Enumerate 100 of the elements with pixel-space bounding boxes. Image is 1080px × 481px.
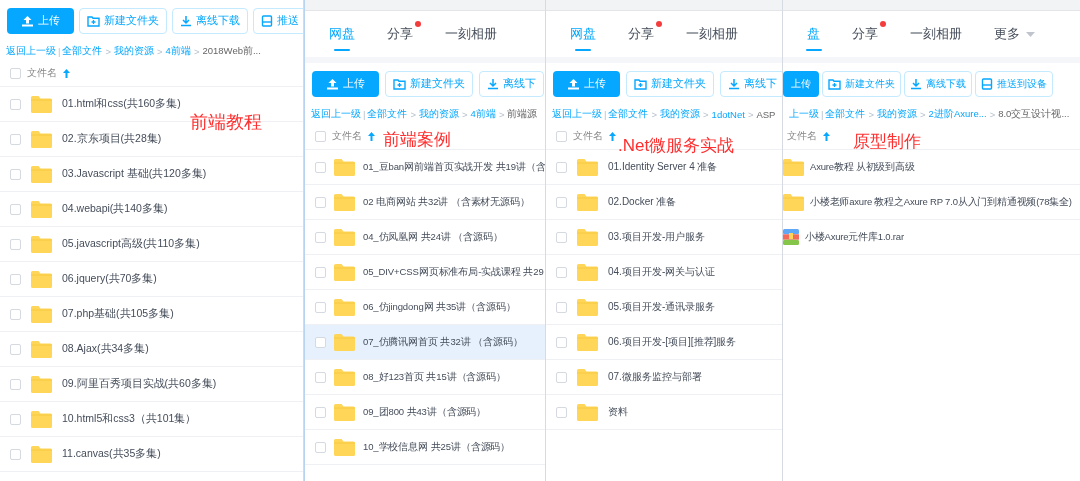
row-checkbox[interactable] [10, 448, 21, 460]
row-checkbox[interactable] [315, 371, 326, 383]
file-name: 06.项目开发-[项目][推荐]服务 [608, 335, 737, 349]
file-row[interactable]: Axure教程 从初级到高级 [783, 150, 1080, 185]
file-name: 资料 [608, 405, 628, 419]
file-row[interactable]: 03.项目开发-用户服务 [546, 220, 782, 255]
breadcrumb-separator: > [156, 46, 164, 57]
row-checkbox[interactable] [556, 196, 567, 208]
sort-arrow-icon[interactable] [823, 131, 830, 141]
file-name: 05_DIV+CSS网页标准布局-实战课程 共29 [363, 265, 544, 279]
folder-icon [31, 375, 52, 393]
folder-icon [31, 340, 52, 358]
file-row[interactable]: 06.jquery(共70多集) [0, 262, 303, 297]
row-checkbox[interactable] [315, 406, 326, 418]
row-checkbox[interactable] [315, 336, 326, 348]
file-row[interactable]: 10.html5和css3（共101集） [0, 402, 303, 437]
row-checkbox[interactable] [556, 301, 567, 313]
row-checkbox[interactable] [10, 273, 21, 285]
row-checkbox[interactable] [10, 133, 21, 145]
file-name: 03.项目开发-用户服务 [608, 230, 706, 244]
sort-arrow-icon[interactable] [609, 131, 616, 141]
file-row[interactable]: 01_豆ban网前端首页实战开发 共19讲（含 [305, 150, 545, 185]
file-row[interactable]: 04.项目开发-网关与认证 [546, 255, 782, 290]
select-all-checkbox[interactable] [315, 130, 326, 142]
file-name: Axure教程 从初级到高级 [810, 160, 915, 174]
more-menu[interactable]: 更多 [978, 11, 1051, 57]
file-row[interactable]: 09_团800 共43讲（含源码） [305, 395, 545, 430]
select-all-checkbox[interactable] [10, 67, 21, 79]
download-icon [180, 15, 192, 27]
breadcrumb-separator: > [988, 109, 997, 120]
file-row[interactable]: 04_仿凤凰网 共24讲 （含源码） [305, 220, 545, 255]
file-row[interactable]: 03.Javascript 基础(共120多集) [0, 157, 303, 192]
column-header[interactable]: 文件名 [332, 129, 362, 143]
folder-plus-icon [634, 78, 647, 90]
row-checkbox[interactable] [10, 98, 21, 110]
folder-icon [577, 368, 598, 386]
file-row[interactable]: 小楼老师axure 教程之Axure RP 7.0从入门到精通视频(78集全) [783, 185, 1080, 220]
column-header[interactable]: 文件名 [27, 66, 57, 80]
file-row[interactable]: 07.php基础(共105多集) [0, 297, 303, 332]
row-checkbox[interactable] [10, 343, 21, 355]
file-row[interactable]: 10_学校信息网 共25讲（含源码） [305, 430, 545, 465]
row-checkbox[interactable] [556, 266, 567, 278]
file-row[interactable]: 07_仿腾讯网首页 共32讲 （含源码） [305, 325, 545, 360]
file-row[interactable]: 05.项目开发-通讯录服务 [546, 290, 782, 325]
nav-tab[interactable]: 一刻相册 [429, 11, 513, 57]
row-checkbox[interactable] [556, 336, 567, 348]
row-checkbox[interactable] [10, 238, 21, 250]
sort-arrow-icon[interactable] [63, 68, 70, 78]
folder-icon [334, 438, 355, 456]
row-checkbox[interactable] [10, 378, 21, 390]
file-row[interactable]: 资料 [546, 395, 782, 430]
breadcrumb-separator: > [867, 109, 876, 120]
file-row[interactable]: 07.微服务监控与部署 [546, 360, 782, 395]
file-name: 01.html和css(共160多集) [62, 97, 181, 111]
nav-tab[interactable]: 一刻相册 [670, 11, 754, 57]
select-all-checkbox[interactable] [556, 130, 567, 142]
column-header[interactable]: 文件名 [787, 129, 817, 143]
nav-tab[interactable]: 分享 [612, 11, 670, 57]
file-row[interactable]: 11.canvas(共35多集) [0, 437, 303, 472]
folder-icon [577, 298, 598, 316]
file-name: 02.Docker 准备 [608, 195, 677, 209]
row-checkbox[interactable] [10, 203, 21, 215]
column-header[interactable]: 文件名 [573, 129, 603, 143]
nav-tab[interactable]: 分享 [836, 11, 894, 57]
file-row[interactable]: 04.webapi(共140多集) [0, 192, 303, 227]
file-row[interactable]: 08.Ajax(共34多集) [0, 332, 303, 367]
row-checkbox[interactable] [315, 196, 326, 208]
row-checkbox[interactable] [315, 266, 326, 278]
nav-tab[interactable]: 分享 [371, 11, 429, 57]
file-row[interactable]: 小楼Axure元件库1.0.rar [783, 220, 1080, 255]
row-checkbox[interactable] [556, 371, 567, 383]
file-row[interactable]: 08_好123首页 共15讲（含源码） [305, 360, 545, 395]
file-name: 07.微服务监控与部署 [608, 370, 702, 384]
file-row[interactable]: 02 电商网站 共32讲 （含素材无源码） [305, 185, 545, 220]
sort-arrow-icon[interactable] [368, 131, 375, 141]
folder-icon [334, 158, 355, 176]
folder-icon [31, 200, 52, 218]
upload-icon [567, 78, 580, 90]
file-row[interactable]: 09.阿里百秀项目实战(共60多集) [0, 367, 303, 402]
row-checkbox[interactable] [315, 161, 326, 173]
file-row[interactable]: 05.javascript高级(共110多集) [0, 227, 303, 262]
row-checkbox[interactable] [10, 168, 21, 180]
folder-icon [577, 263, 598, 281]
folder-icon [577, 158, 598, 176]
folder-icon [783, 158, 804, 176]
row-checkbox[interactable] [10, 413, 21, 425]
row-checkbox[interactable] [10, 308, 21, 320]
file-name: 小楼Axure元件库1.0.rar [805, 230, 904, 244]
folder-icon [334, 228, 355, 246]
file-row[interactable]: 02.Docker 准备 [546, 185, 782, 220]
row-checkbox[interactable] [556, 406, 567, 418]
file-row[interactable]: 06.项目开发-[项目][推荐]服务 [546, 325, 782, 360]
row-checkbox[interactable] [315, 441, 326, 453]
row-checkbox[interactable] [315, 231, 326, 243]
row-checkbox[interactable] [556, 161, 567, 173]
nav-tab[interactable]: 一刻相册 [894, 11, 978, 57]
file-name: 07.php基础(共105多集) [62, 307, 174, 321]
row-checkbox[interactable] [315, 301, 326, 313]
file-row[interactable]: 05_DIV+CSS网页标准布局-实战课程 共29 [305, 255, 545, 290]
row-checkbox[interactable] [556, 231, 567, 243]
